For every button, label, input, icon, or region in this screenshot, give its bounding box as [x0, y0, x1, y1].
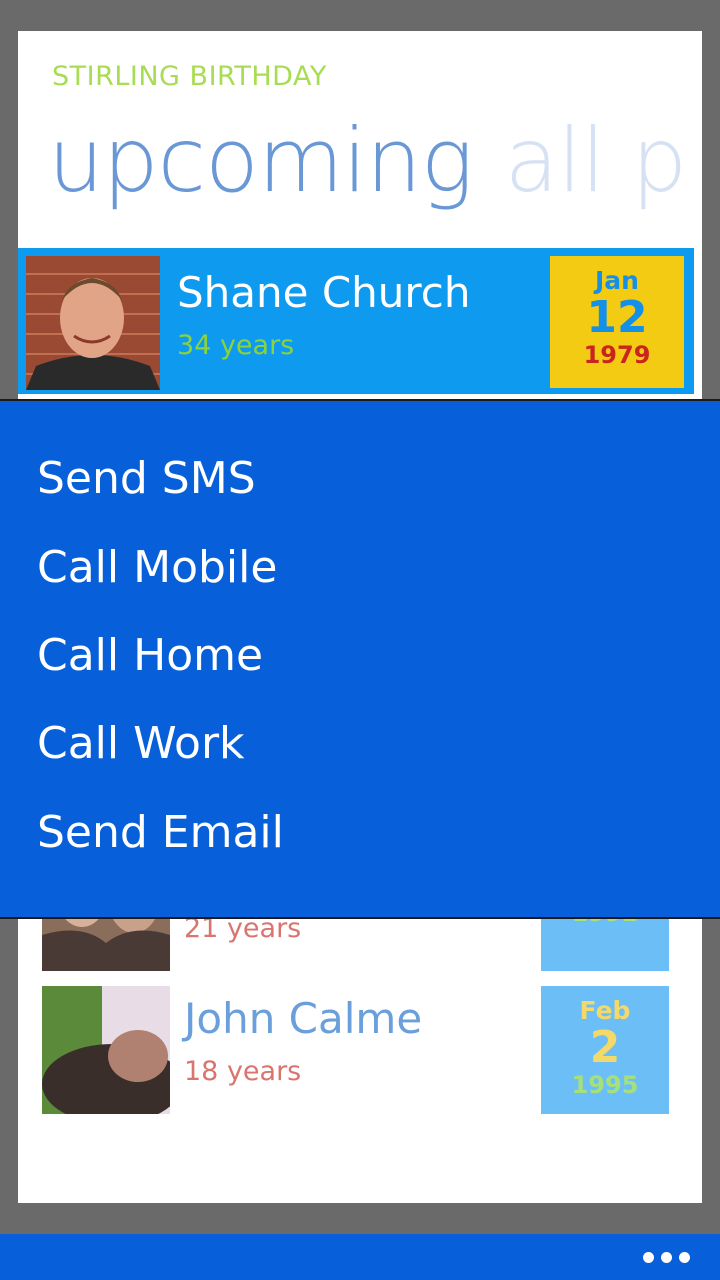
- menu-item-call-mobile[interactable]: Call Mobile: [37, 542, 277, 593]
- birthday-date-box: Jan 12 1979: [550, 256, 684, 388]
- context-menu: Send SMS Call Mobile Call Home Call Work…: [0, 399, 720, 919]
- pivot-header: upcoming all p: [48, 117, 687, 205]
- avatar: [26, 256, 160, 390]
- app-bar: [0, 1234, 720, 1280]
- menu-item-call-work[interactable]: Call Work: [37, 718, 245, 769]
- birthday-day: 2: [589, 1022, 621, 1073]
- birthday-month: Feb: [579, 996, 631, 1025]
- menu-item-call-home[interactable]: Call Home: [37, 630, 263, 681]
- pivot-tab-upcoming[interactable]: upcoming: [48, 109, 474, 212]
- contact-row[interactable]: John Calme 18 years Feb 2 1995: [18, 986, 702, 1122]
- menu-item-send-email[interactable]: Send Email: [37, 807, 284, 858]
- avatar: [42, 986, 170, 1114]
- birthday-year: 1995: [571, 1071, 639, 1100]
- contact-name: John Calme: [184, 994, 423, 1043]
- birthday-day: 12: [586, 292, 648, 343]
- birthday-date-box: Feb 2 1995: [541, 986, 669, 1114]
- menu-item-send-sms[interactable]: Send SMS: [37, 453, 256, 504]
- birthday-year: 1979: [583, 341, 651, 370]
- pivot-tab-all[interactable]: all p: [505, 109, 688, 212]
- contact-age: 34 years: [177, 330, 295, 361]
- contact-name: Shane Church: [177, 268, 471, 317]
- ellipsis-icon[interactable]: [643, 1252, 690, 1263]
- contact-row-selected[interactable]: Shane Church 34 years Jan 12 1979: [18, 248, 694, 394]
- contact-age: 18 years: [184, 1056, 302, 1087]
- birthday-month: Jan: [595, 266, 639, 295]
- app-title: STIRLING BIRTHDAY: [52, 61, 327, 92]
